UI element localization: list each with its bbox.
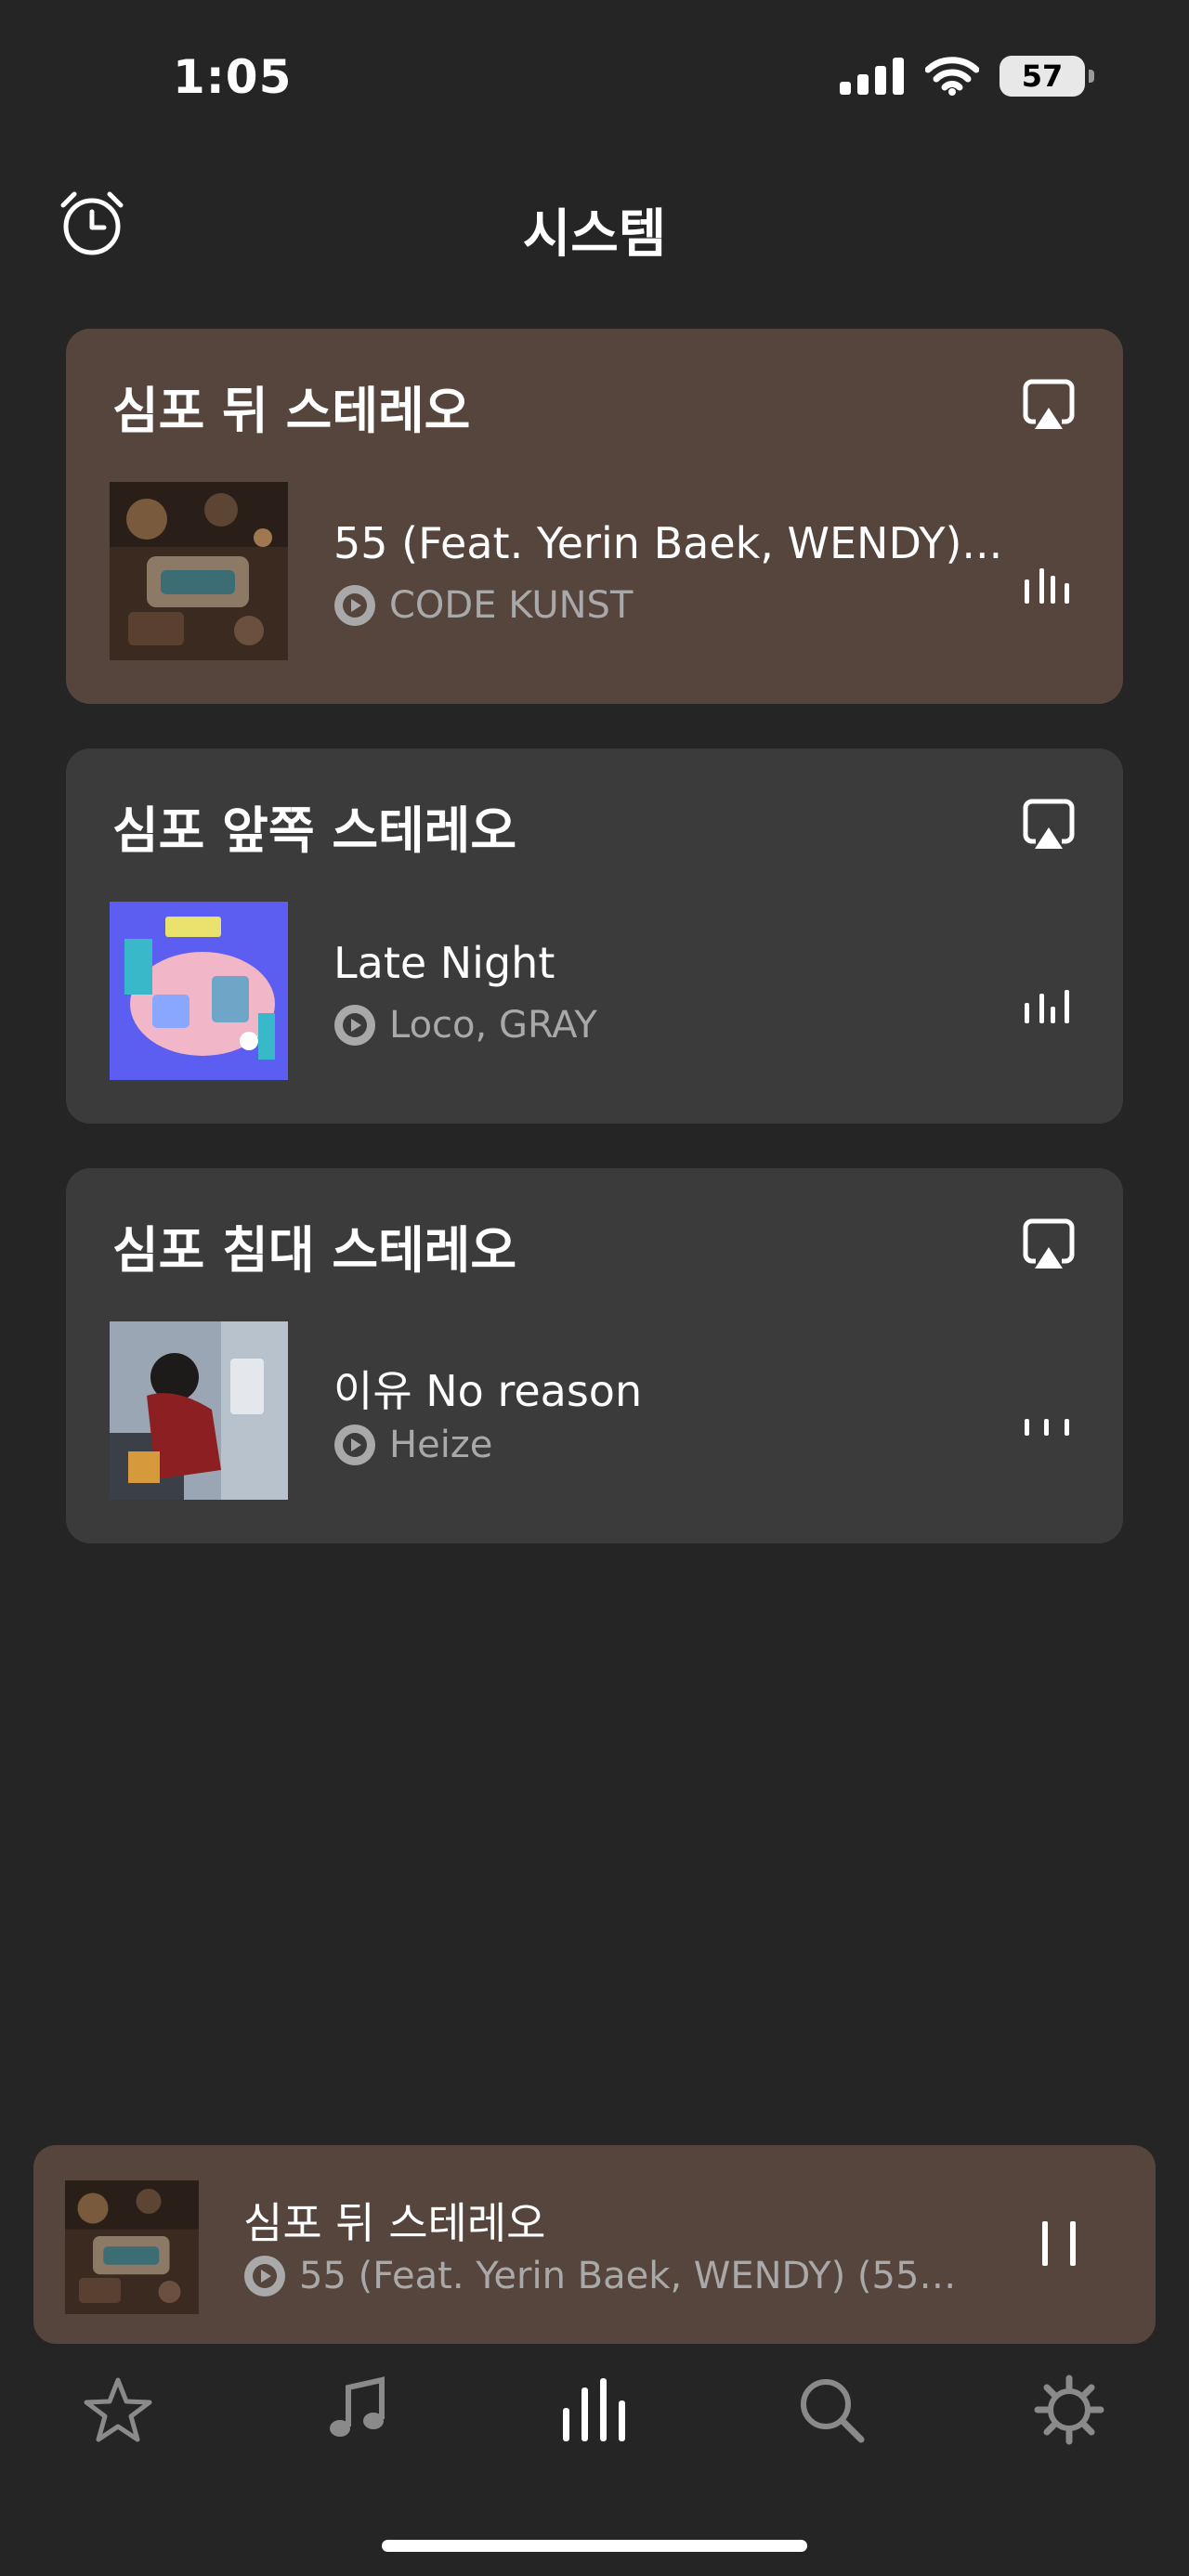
- room-card[interactable]: 심포 침대 스테레오 이유 No reason Heize: [66, 1168, 1123, 1543]
- artist-row: CODE KUNST: [333, 584, 633, 627]
- volume-button[interactable]: [1023, 1406, 1071, 1443]
- play-source-icon: [334, 1425, 375, 1465]
- star-icon: [84, 2377, 152, 2442]
- tab-bar: [0, 2359, 1189, 2470]
- volume-bars-icon: [1025, 990, 1069, 1023]
- album-art-image: [65, 2180, 199, 2314]
- mini-track-row: 55 (Feat. Yerin Baek, WENDY) (55 •...: [243, 2255, 968, 2297]
- page-title: 시스템: [522, 204, 667, 265]
- room-card[interactable]: 심포 뒤 스테레오 55 (Feat. Yerin Baek, WENDY)..…: [66, 329, 1123, 704]
- search-icon: [801, 2379, 865, 2443]
- album-art-image: [110, 482, 288, 660]
- play-source-icon: [244, 2256, 285, 2296]
- track-artist: Heize: [389, 1424, 493, 1466]
- status-bar: 1:05 57: [0, 0, 1189, 158]
- artist-row: Loco, GRAY: [333, 1004, 597, 1047]
- album-art-image: [110, 1321, 288, 1500]
- album-art: [110, 902, 288, 1080]
- airplay-button[interactable]: [1021, 377, 1077, 433]
- airplay-button[interactable]: [1021, 797, 1077, 852]
- status-icons: 57: [840, 56, 1094, 97]
- airplay-button[interactable]: [1021, 1216, 1077, 1272]
- volume-bars-icon: [1025, 568, 1069, 604]
- music-note-icon: [330, 2376, 385, 2437]
- pause-button[interactable]: [1039, 2219, 1079, 2268]
- track-title: 55 (Feat. Yerin Baek, WENDY)...: [333, 518, 1003, 568]
- system-bars-icon: [563, 2378, 625, 2441]
- volume-button[interactable]: [1023, 986, 1071, 1023]
- volume-bars-icon: [1025, 1419, 1069, 1436]
- track-title: 이유 No reason: [333, 1366, 643, 1416]
- tab-system[interactable]: [543, 2359, 646, 2461]
- pause-icon: [1042, 2221, 1076, 2266]
- wifi-icon: [925, 57, 979, 96]
- album-art-image: [110, 902, 288, 1080]
- room-name: 심포 뒤 스테레오: [112, 382, 471, 440]
- play-source-icon: [334, 1005, 375, 1046]
- room-card[interactable]: 심포 앞쪽 스테레오 Late Night Loco, GRAY: [66, 748, 1123, 1124]
- mini-player[interactable]: 심포 뒤 스테레오 55 (Feat. Yerin Baek, WENDY) (…: [33, 2145, 1156, 2344]
- album-art: [110, 1321, 288, 1500]
- artist-row: Heize: [333, 1424, 492, 1466]
- track-artist: CODE KUNST: [389, 584, 634, 627]
- room-name: 심포 앞쪽 스테레오: [112, 801, 517, 860]
- mini-track-title: 55 (Feat. Yerin Baek, WENDY) (55 •...: [299, 2255, 968, 2297]
- battery-nub: [1089, 70, 1094, 83]
- status-time: 1:05: [173, 50, 293, 104]
- tab-browse[interactable]: [307, 2359, 409, 2461]
- tab-settings[interactable]: [1018, 2359, 1120, 2461]
- album-art: [110, 482, 288, 660]
- battery-indicator: 57: [1000, 56, 1094, 97]
- airplay-icon: [1023, 799, 1075, 849]
- battery-level: 57: [1021, 59, 1064, 94]
- airplay-icon: [1023, 1218, 1075, 1268]
- track-title: Late Night: [333, 938, 555, 988]
- mini-room-name: 심포 뒤 스테레오: [243, 2198, 546, 2248]
- play-source-icon: [334, 585, 375, 626]
- room-name: 심포 침대 스테레오: [112, 1221, 517, 1280]
- home-indicator: [382, 2540, 807, 2552]
- mini-album-art: [65, 2180, 199, 2314]
- nav-header: 시스템: [0, 181, 1189, 265]
- airplay-icon: [1023, 379, 1075, 429]
- track-artist: Loco, GRAY: [389, 1004, 597, 1047]
- volume-button[interactable]: [1023, 566, 1071, 604]
- gear-icon: [1034, 2374, 1104, 2445]
- cellular-signal-icon: [840, 58, 904, 95]
- tab-favorites[interactable]: [67, 2359, 169, 2461]
- tab-search[interactable]: [780, 2359, 882, 2461]
